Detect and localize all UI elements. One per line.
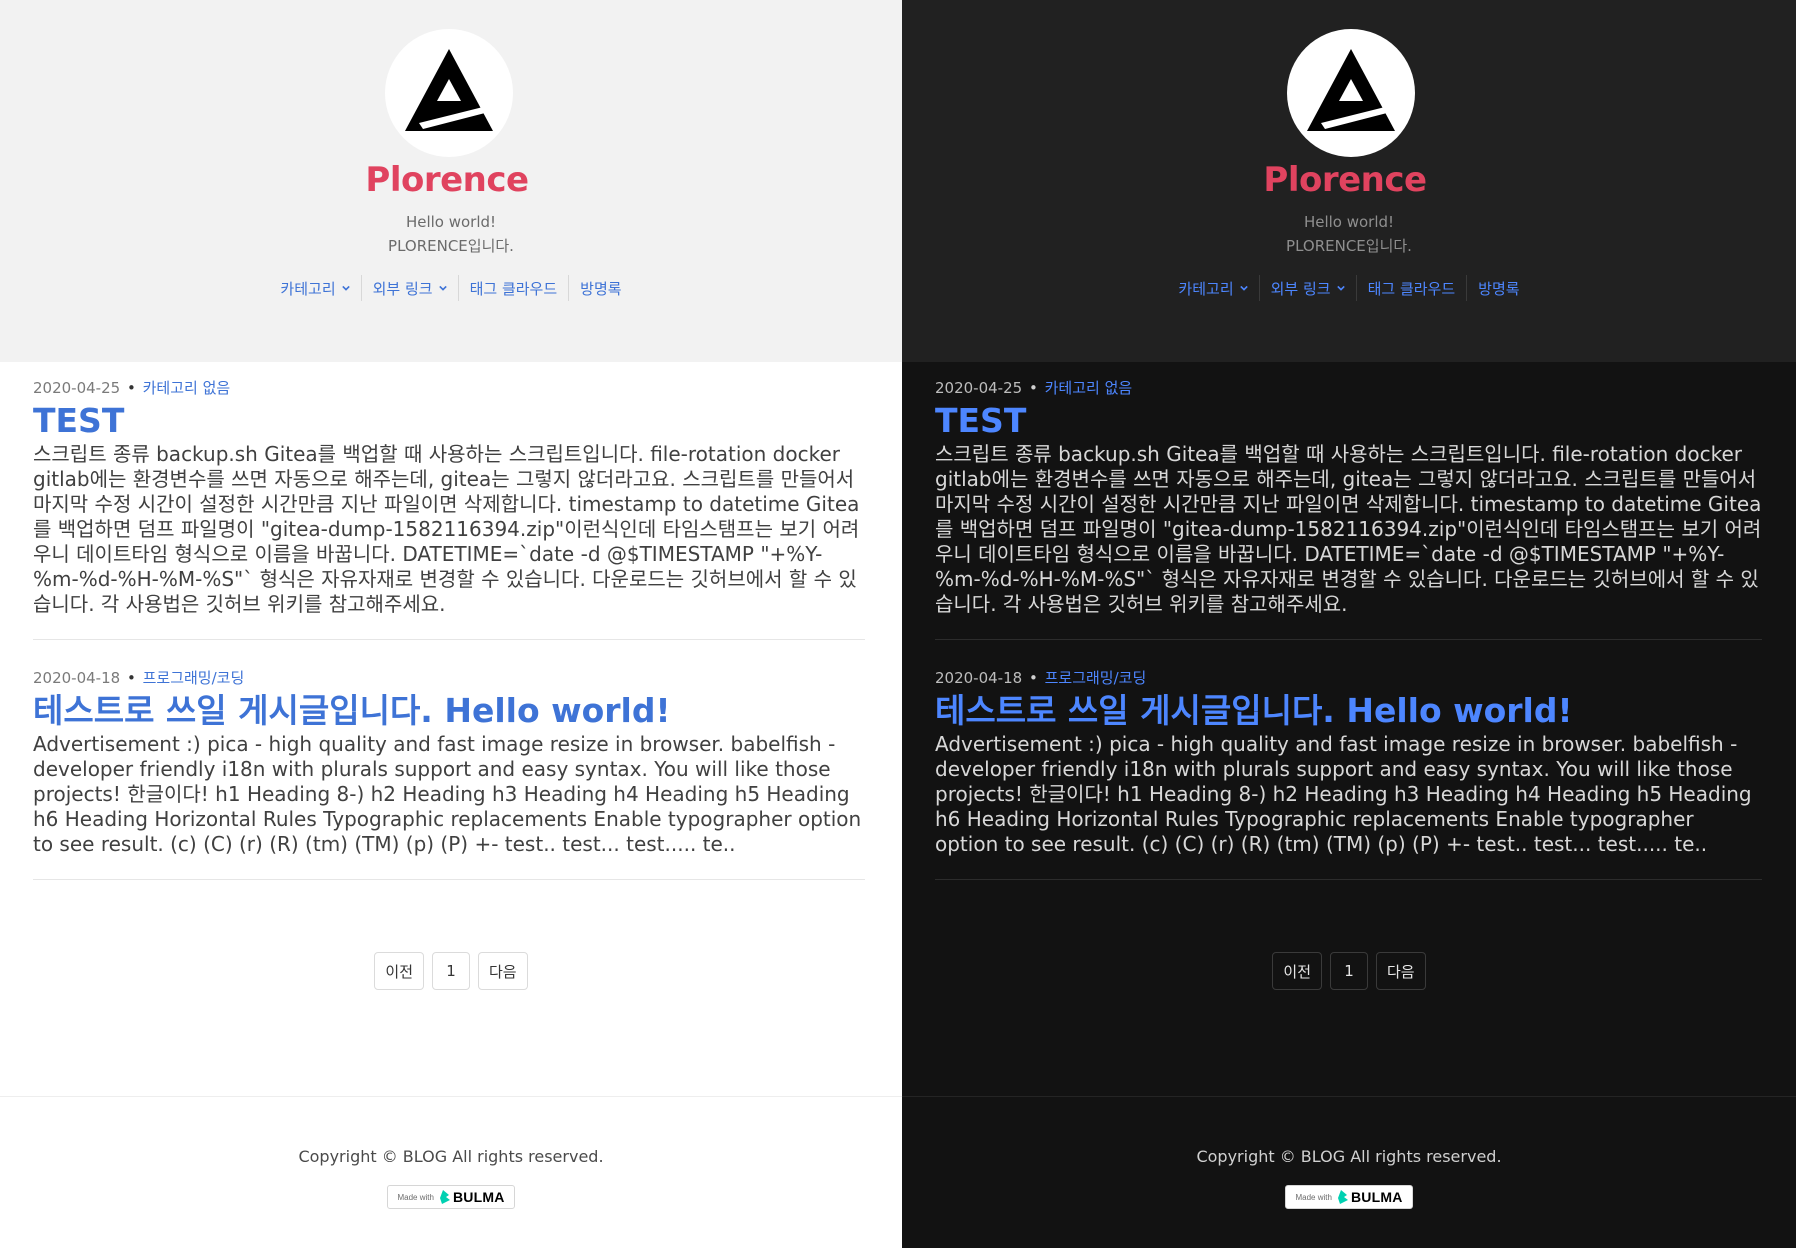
nav-item-label: 외부 링크 — [372, 279, 433, 298]
post-date: 2020-04-25 — [33, 379, 121, 397]
avatar[interactable] — [385, 29, 513, 157]
page-number-button[interactable]: 1 — [1330, 952, 1368, 990]
nav-item-guestbook[interactable]: 방명록 — [1467, 275, 1530, 301]
description-line-1: Hello world! — [405, 213, 497, 231]
blog-header: Plorence Hello world! PLORENCE입니다. 카테고리 … — [0, 0, 902, 362]
post-item: 2020-04-25 • 카테고리 없음 TEST 스크립트 종류 backup… — [935, 362, 1762, 640]
dark-theme-panel: Plorence Hello world! PLORENCE입니다. 카테고리 … — [902, 0, 1796, 1248]
post-list: 2020-04-25 • 카테고리 없음 TEST 스크립트 종류 backup… — [935, 362, 1762, 880]
meta-separator: • — [126, 669, 136, 687]
chevron-down-icon — [1239, 285, 1248, 291]
post-excerpt: 스크립트 종류 backup.sh Gitea를 백업할 때 사용하는 스크립트… — [935, 442, 1762, 616]
post-date: 2020-04-18 — [33, 669, 121, 687]
triangle-a-logo-icon — [405, 49, 493, 131]
copyright-text: Copyright © BLOG All rights reserved. — [1196, 1147, 1502, 1166]
post-item: 2020-04-18 • 프로그래밍/코딩 테스트로 쓰일 게시글입니다. He… — [935, 640, 1762, 880]
blog-header: Plorence Hello world! PLORENCE입니다. 카테고리 … — [902, 0, 1796, 362]
description-line-1: Hello world! — [1303, 213, 1395, 231]
post-title[interactable]: 테스트로 쓰일 게시글입니다. Hello world! — [935, 692, 1762, 730]
nav-item-label: 태그 클라우드 — [469, 279, 558, 298]
nav-item-tag-cloud[interactable]: 태그 클라우드 — [1357, 275, 1467, 301]
post-meta: 2020-04-25 • 카테고리 없음 — [935, 378, 1762, 398]
made-with-bulma-badge[interactable]: Made with BULMA — [387, 1185, 515, 1209]
nav-item-category[interactable]: 카테고리 — [269, 275, 360, 301]
bulma-logo-icon — [1337, 1190, 1348, 1204]
nav-item-external-links[interactable]: 외부 링크 — [1260, 275, 1356, 301]
post-item: 2020-04-25 • 카테고리 없음 TEST 스크립트 종류 backup… — [33, 362, 865, 640]
nav-item-label: 태그 클라우드 — [1367, 279, 1456, 298]
post-title[interactable]: TEST — [33, 402, 865, 440]
footer: Copyright © BLOG All rights reserved. Ma… — [902, 1096, 1796, 1248]
post-date: 2020-04-25 — [935, 379, 1023, 397]
post-meta: 2020-04-18 • 프로그래밍/코딩 — [935, 668, 1762, 688]
post-meta: 2020-04-18 • 프로그래밍/코딩 — [33, 668, 865, 688]
blog-description: Hello world! PLORENCE입니다. — [0, 210, 902, 258]
blog-title[interactable]: Plorence — [902, 160, 1792, 200]
chevron-down-icon — [1336, 285, 1345, 291]
description-line-2: PLORENCE입니다. — [388, 237, 514, 255]
bulma-brand: BULMA — [1350, 1189, 1403, 1205]
nav-item-tag-cloud[interactable]: 태그 클라우드 — [459, 275, 569, 301]
nav-item-label: 방명록 — [580, 279, 622, 298]
bulma-logo-icon — [439, 1190, 450, 1204]
page-number-button[interactable]: 1 — [432, 952, 470, 990]
bulma-brand: BULMA — [452, 1189, 505, 1205]
post-category-link[interactable]: 프로그래밍/코딩 — [1045, 669, 1147, 687]
made-with-bulma-badge[interactable]: Made with BULMA — [1285, 1185, 1413, 1209]
made-with-label: Made with — [397, 1192, 434, 1202]
light-theme-panel: Plorence Hello world! PLORENCE입니다. 카테고리 … — [0, 0, 902, 1248]
nav-item-label: 카테고리 — [1178, 279, 1234, 298]
main-nav: 카테고리 외부 링크 태그 클라우드 방명록 — [902, 275, 1796, 301]
copyright-text: Copyright © BLOG All rights reserved. — [298, 1147, 604, 1166]
blog-title[interactable]: Plorence — [0, 160, 898, 200]
pagination: 이전 1 다음 — [0, 952, 902, 990]
main-nav: 카테고리 외부 링크 태그 클라우드 방명록 — [0, 275, 902, 301]
screenshot-split-view: Plorence Hello world! PLORENCE입니다. 카테고리 … — [0, 0, 1796, 1248]
prev-page-button[interactable]: 이전 — [374, 952, 424, 990]
post-title[interactable]: TEST — [935, 402, 1762, 440]
post-excerpt: 스크립트 종류 backup.sh Gitea를 백업할 때 사용하는 스크립트… — [33, 442, 860, 616]
post-category-link[interactable]: 카테고리 없음 — [143, 379, 231, 397]
post-excerpt: Advertisement :) pica - high quality and… — [935, 732, 1752, 856]
meta-separator: • — [1028, 669, 1038, 687]
nav-item-guestbook[interactable]: 방명록 — [569, 275, 632, 301]
footer: Copyright © BLOG All rights reserved. Ma… — [0, 1096, 902, 1248]
post-date: 2020-04-18 — [935, 669, 1023, 687]
post-category-link[interactable]: 카테고리 없음 — [1045, 379, 1133, 397]
post-title[interactable]: 테스트로 쓰일 게시글입니다. Hello world! — [33, 692, 865, 730]
prev-page-button[interactable]: 이전 — [1272, 952, 1322, 990]
nav-item-external-links[interactable]: 외부 링크 — [362, 275, 458, 301]
next-page-button[interactable]: 다음 — [478, 952, 528, 990]
nav-item-label: 카테고리 — [280, 279, 336, 298]
meta-separator: • — [126, 379, 136, 397]
pagination: 이전 1 다음 — [902, 952, 1796, 990]
nav-item-label: 외부 링크 — [1270, 279, 1331, 298]
post-category-link[interactable]: 프로그래밍/코딩 — [143, 669, 245, 687]
post-list: 2020-04-25 • 카테고리 없음 TEST 스크립트 종류 backup… — [33, 362, 865, 880]
chevron-down-icon — [341, 285, 350, 291]
chevron-down-icon — [438, 285, 447, 291]
made-with-label: Made with — [1295, 1192, 1332, 1202]
post-meta: 2020-04-25 • 카테고리 없음 — [33, 378, 865, 398]
meta-separator: • — [1028, 379, 1038, 397]
post-excerpt: Advertisement :) pica - high quality and… — [33, 732, 862, 856]
nav-item-category[interactable]: 카테고리 — [1167, 275, 1258, 301]
blog-description: Hello world! PLORENCE입니다. — [902, 210, 1796, 258]
post-item: 2020-04-18 • 프로그래밍/코딩 테스트로 쓰일 게시글입니다. He… — [33, 640, 865, 880]
description-line-2: PLORENCE입니다. — [1286, 237, 1412, 255]
nav-item-label: 방명록 — [1478, 279, 1520, 298]
avatar[interactable] — [1287, 29, 1415, 157]
triangle-a-logo-icon — [1307, 49, 1395, 131]
next-page-button[interactable]: 다음 — [1376, 952, 1426, 990]
